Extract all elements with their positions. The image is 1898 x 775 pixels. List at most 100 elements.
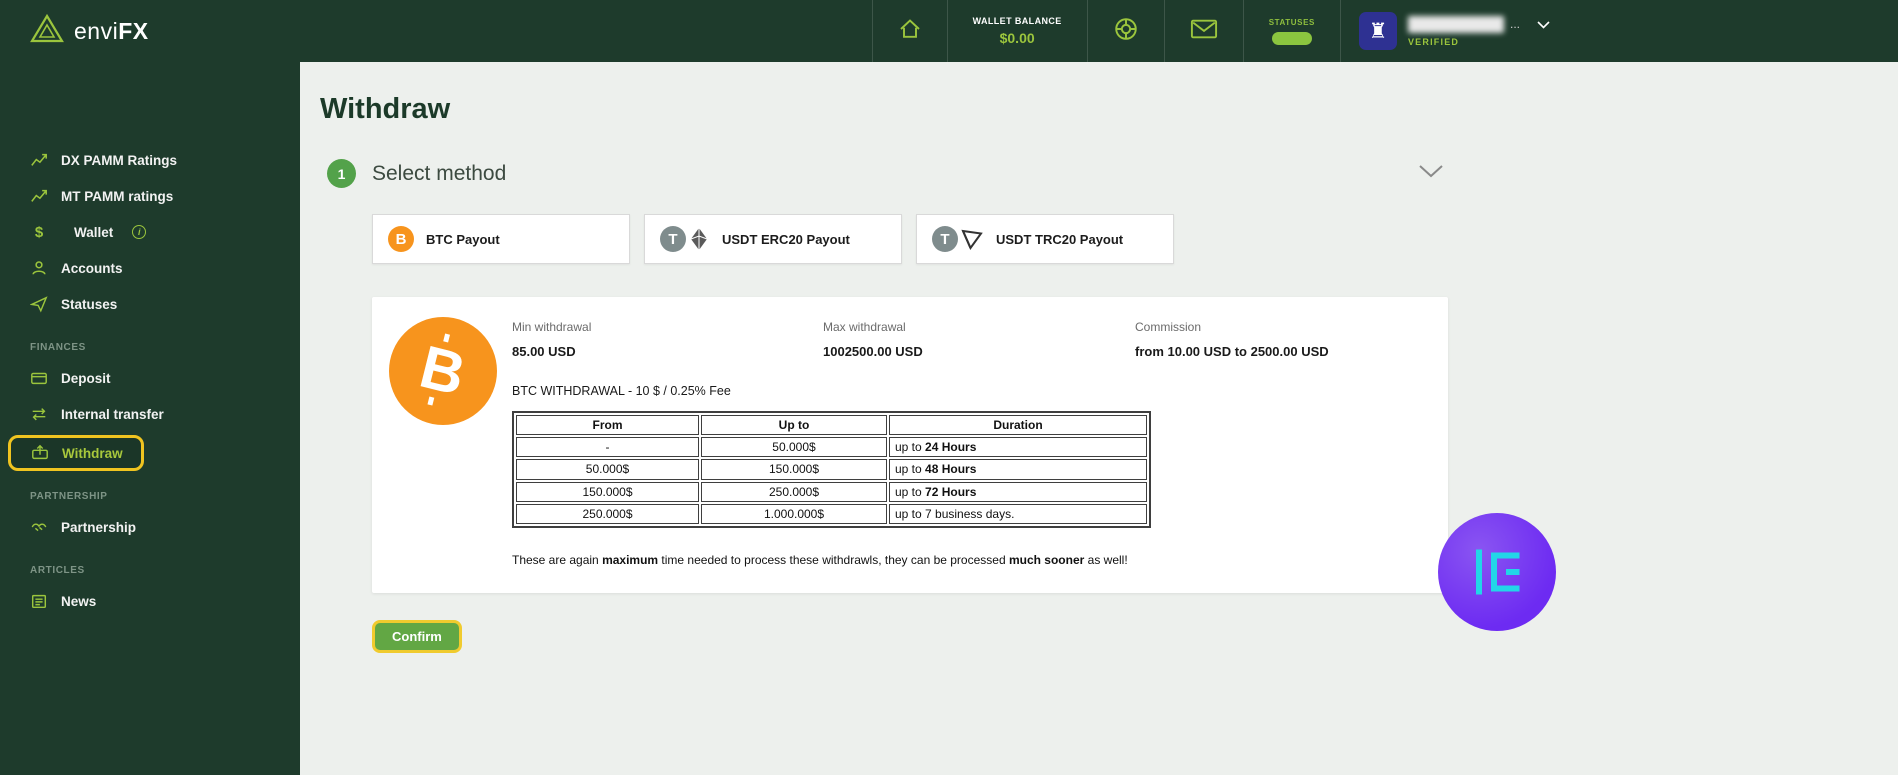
limits-info: Min withdrawal 85.00 USD Max withdrawal … [512, 320, 1418, 359]
table-cell: up to 48 Hours [889, 459, 1147, 480]
messages-button[interactable] [1163, 0, 1243, 62]
sidebar-item-statuses[interactable]: Statuses [0, 286, 300, 322]
top-bar: enviFX WALLET BALANCE $0.00 STATUSES ♜ .… [0, 0, 1898, 62]
user-menu[interactable]: ♜ ... VERIFIED [1339, 0, 1568, 62]
statuses-indicator[interactable]: STATUSES [1242, 0, 1340, 62]
deposit-card-icon [30, 369, 48, 387]
method-usdt-trc20-payout[interactable]: T USDT TRC20 Payout [916, 214, 1174, 264]
table-cell: 1.000.000$ [701, 503, 887, 524]
usdt-icon: T [932, 226, 958, 252]
user-name-blurred [1407, 15, 1504, 33]
globe-icon [1113, 16, 1139, 47]
sidebar-item-label: Partnership [61, 519, 137, 535]
sidebar-item-internal-transfer[interactable]: Internal transfer [0, 396, 300, 432]
sidebar-item-label: Deposit [61, 370, 111, 386]
sidebar-item-label: News [61, 593, 97, 609]
table-cell: 150.000$ [701, 459, 887, 480]
wallet-balance-label: WALLET BALANCE [972, 16, 1062, 26]
table-cell: up to 72 Hours [889, 481, 1147, 502]
verified-badge: VERIFIED [1407, 36, 1460, 47]
step-title: Select method [372, 161, 507, 185]
table-row: 250.000$ 1.000.000$ up to 7 business day… [516, 503, 1147, 524]
sidebar-item-label: Wallet [74, 224, 114, 240]
step-number-badge: 1 [327, 159, 356, 188]
wallet-balance[interactable]: WALLET BALANCE $0.00 [946, 0, 1087, 62]
bitcoin-logo: B [389, 317, 497, 425]
user-icon [30, 259, 48, 277]
table-cell: 150.000$ [516, 481, 699, 502]
table-row: 50.000$ 150.000$ up to 48 Hours [516, 459, 1147, 480]
statuses-label: STATUSES [1268, 17, 1315, 27]
statuses-level-pill [1271, 31, 1312, 45]
table-cell: up to 7 business days. [889, 503, 1147, 524]
sidebar-item-deposit[interactable]: Deposit [0, 360, 300, 396]
brand-triangle-icon [30, 13, 64, 49]
sidebar-section-articles: ARTICLES [30, 565, 85, 576]
home-icon [898, 17, 922, 46]
sidebar-item-dx-pamm-ratings[interactable]: DX PAMM Ratings [0, 142, 300, 178]
chart-line-icon [30, 151, 48, 169]
table-header-cell: Up to [701, 415, 887, 436]
info-icon[interactable]: i [132, 225, 147, 239]
commission-value: from 10.00 USD to 2500.00 USD [1135, 344, 1329, 359]
dollar-icon: $ [34, 223, 44, 241]
main-content: Withdraw 1 Select method B BTC Payout T [300, 62, 1898, 775]
user-name-ellipsis: ... [1509, 17, 1520, 31]
usdt-icon: T [660, 226, 686, 252]
sidebar-item-accounts[interactable]: Accounts [0, 250, 300, 286]
home-button[interactable] [871, 0, 947, 62]
sidebar-section-partnership: PARTNERSHIP [30, 491, 108, 502]
statuses-icon [30, 295, 48, 313]
watermark-logo [1438, 513, 1556, 631]
brand-name: enviFX [74, 17, 149, 44]
btc-icon: B [388, 226, 414, 252]
table-cell: - [516, 437, 699, 458]
sidebar-item-partnership[interactable]: Partnership [0, 509, 300, 545]
fee-line: BTC WITHDRAWAL - 10 $ / 0.25% Fee [512, 384, 731, 398]
page-title: Withdraw [320, 93, 451, 125]
table-cell: 50.000$ [516, 459, 699, 480]
sidebar-item-label: Internal transfer [61, 406, 164, 422]
sidebar-item-label: Withdraw [62, 445, 123, 461]
tron-icon [960, 227, 984, 251]
chart-line-icon [30, 187, 48, 205]
table-cell: 50.000$ [701, 437, 887, 458]
sidebar: DX PAMM Ratings MT PAMM ratings $ Wallet… [0, 62, 300, 775]
sidebar-item-withdraw[interactable]: Withdraw [8, 435, 144, 471]
withdraw-card-icon [31, 444, 49, 462]
wallet-balance-value: $0.00 [999, 30, 1035, 46]
method-usdt-erc20-payout[interactable]: T USDT ERC20 Payout [644, 214, 902, 264]
avatar: ♜ [1358, 12, 1397, 50]
table-row: 150.000$ 250.000$ up to 72 Hours [516, 481, 1147, 502]
method-label: BTC Payout [426, 231, 500, 247]
method-btc-payout[interactable]: B BTC Payout [372, 214, 630, 264]
brand-logo[interactable]: enviFX [0, 0, 149, 62]
sidebar-item-mt-pamm-ratings[interactable]: MT PAMM ratings [0, 178, 300, 214]
sidebar-item-label: Accounts [61, 260, 123, 276]
table-cell: 250.000$ [516, 503, 699, 524]
support-button[interactable] [1086, 0, 1164, 62]
table-cell: 250.000$ [701, 481, 887, 502]
table-row: - 50.000$ up to 24 Hours [516, 437, 1147, 458]
processing-note: These are again maximum time needed to p… [512, 552, 1128, 567]
payment-methods: B BTC Payout T USDT ERC20 Payout T USDT … [372, 214, 1898, 264]
table-header-cell: From [516, 415, 699, 436]
sidebar-item-label: MT PAMM ratings [61, 188, 174, 204]
max-withdrawal-label: Max withdrawal [823, 320, 906, 334]
min-withdrawal-label: Min withdrawal [512, 320, 592, 334]
header-actions: WALLET BALANCE $0.00 STATUSES ♜ ... VERI… [871, 0, 1568, 62]
confirm-button[interactable]: Confirm [372, 619, 462, 653]
mail-icon [1190, 17, 1218, 46]
sidebar-item-wallet[interactable]: $ Wallet i [0, 214, 300, 250]
collapse-chevron-icon[interactable] [1418, 164, 1444, 183]
method-label: USDT ERC20 Payout [722, 231, 850, 247]
chevron-down-icon[interactable] [1537, 16, 1550, 34]
method-details-card: B Min withdrawal 85.00 USD Max withdrawa… [372, 297, 1448, 593]
table-cell: up to 24 Hours [889, 437, 1147, 458]
min-withdrawal-value: 85.00 USD [512, 344, 576, 359]
commission-label: Commission [1135, 320, 1202, 334]
handshake-icon [30, 518, 48, 536]
sidebar-item-label: Statuses [61, 296, 118, 312]
withdrawal-duration-table: From Up to Duration - 50.000$ up to 24 H… [512, 411, 1151, 528]
sidebar-item-news[interactable]: News [0, 583, 300, 619]
